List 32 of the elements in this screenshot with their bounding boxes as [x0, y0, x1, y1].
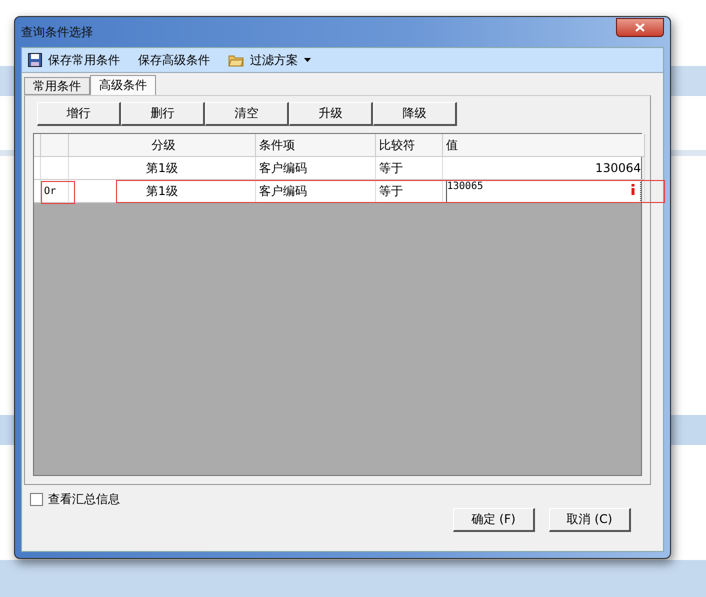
logic-cell: Or	[41, 180, 69, 203]
dialog-button[interactable]: 取消 (C)	[549, 508, 631, 532]
column-header: 条件项	[256, 134, 376, 157]
column-header: 比较符	[376, 134, 443, 157]
value-input-field[interactable]: 130065	[446, 180, 641, 202]
toolbar-button[interactable]: 过滤方案	[228, 52, 311, 68]
folder-icon	[228, 53, 244, 67]
table-cell: 等于	[376, 180, 443, 203]
info-icon	[631, 184, 635, 194]
tab[interactable]: 高级条件	[90, 75, 156, 95]
action-button[interactable]: 增行	[37, 102, 121, 126]
action-button[interactable]: 清空	[205, 102, 289, 126]
table-cell: 130064	[443, 157, 645, 180]
table-cell: 第1级	[69, 180, 256, 203]
checkbox[interactable]	[30, 493, 43, 506]
checkbox-label: 查看汇总信息	[48, 491, 120, 508]
table-cell: 客户编码	[256, 180, 376, 203]
table-cell: 等于	[376, 157, 443, 180]
toolbar-button[interactable]: 保存高级条件	[138, 52, 210, 68]
action-button[interactable]: 升级	[289, 102, 373, 126]
close-icon	[635, 22, 645, 32]
toolbar-button[interactable]: 保存常用条件	[28, 52, 120, 68]
column-header: 值	[443, 134, 645, 157]
column-header: 分级	[69, 134, 256, 157]
tab[interactable]: 常用条件	[24, 77, 90, 95]
table-cell: 客户编码	[256, 157, 376, 180]
action-button[interactable]: 降级	[373, 102, 457, 126]
caret-icon	[304, 58, 311, 62]
dialog-button[interactable]: 确定 (F)	[453, 508, 535, 532]
window-title: 查询条件选择	[21, 24, 93, 40]
close-button[interactable]	[616, 18, 664, 36]
action-button[interactable]: 删行	[121, 102, 205, 126]
